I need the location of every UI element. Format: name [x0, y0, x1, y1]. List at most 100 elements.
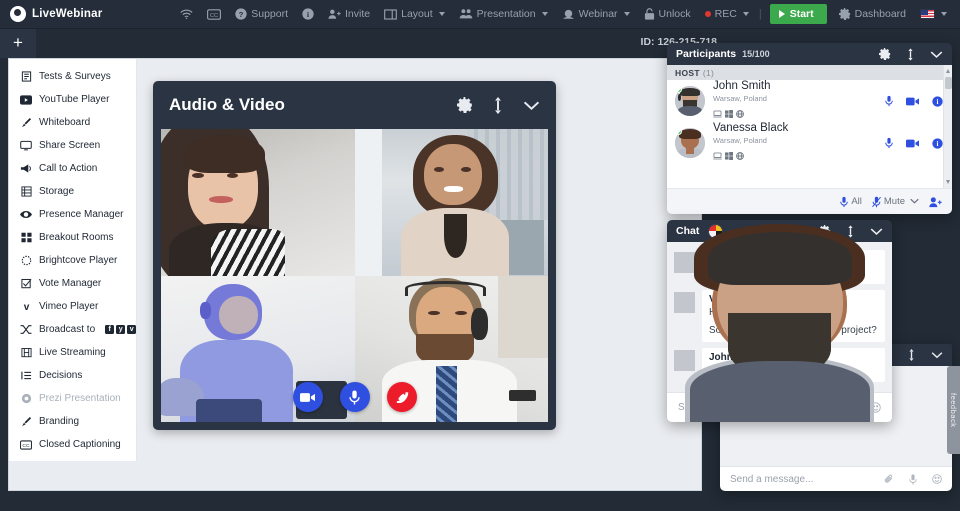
move-icon[interactable] [908, 349, 915, 361]
camera-icon[interactable] [906, 139, 919, 148]
menu-item-broadcast-to[interactable]: Broadcast to f y v [9, 318, 137, 341]
dashboard-button[interactable]: Dashboard [832, 0, 913, 29]
youtube-icon [20, 94, 32, 106]
participant-row[interactable]: Vanessa Black Warsaw, Poland i [667, 122, 952, 164]
move-icon[interactable] [493, 96, 503, 114]
chevron-down-icon [910, 196, 919, 207]
collapse-icon[interactable] [523, 100, 540, 111]
menu-item-prezi-presentation[interactable]: Prezi Presentation [9, 387, 136, 410]
vimeo-icon: v [20, 301, 32, 313]
menu-item-call-to-action[interactable]: Call to Action [9, 157, 136, 180]
chevron-down-icon [742, 12, 749, 16]
stage-area: Tests & Surveys YouTube Player Whiteboar… [8, 58, 702, 491]
collapse-icon[interactable] [930, 50, 943, 59]
closed-captioning-icon[interactable]: CC [200, 0, 228, 29]
broadcast-platform-badges: f y v [105, 325, 137, 334]
mute-all-button[interactable]: Mute [871, 196, 919, 208]
brand-name: LiveWebinar [32, 8, 103, 20]
collapse-icon[interactable] [931, 351, 943, 359]
info-icon[interactable]: i [295, 0, 321, 29]
presentation-menu[interactable]: Presentation [452, 0, 555, 29]
film-icon [20, 347, 32, 359]
vimeo-badge-icon[interactable]: v [127, 325, 137, 334]
collapse-icon[interactable] [870, 227, 883, 236]
shuffle-icon [20, 324, 32, 336]
participants-section-count: (1) [702, 67, 715, 78]
settings-icon[interactable] [879, 48, 891, 60]
brand-logo[interactable]: LiveWebinar [0, 6, 102, 22]
info-icon[interactable]: i [932, 95, 943, 107]
add-participant-button[interactable] [929, 196, 942, 208]
menu-item-live-streaming[interactable]: Live Streaming [9, 341, 136, 364]
menu-item-tests-surveys[interactable]: Tests & Surveys [9, 65, 136, 88]
participant-name: John Smith [713, 79, 771, 92]
menu-item-label: Decisions [39, 370, 83, 381]
invite-button[interactable]: Invite [321, 0, 377, 29]
support-button[interactable]: ? Support [228, 0, 295, 29]
participant-devices [713, 105, 885, 123]
record-menu[interactable]: REC [698, 0, 756, 29]
svg-text:i: i [937, 140, 939, 148]
video-tile-1[interactable] [161, 129, 355, 276]
menu-item-whiteboard[interactable]: Whiteboard [9, 111, 136, 134]
participant-row[interactable]: John Smith Warsaw, Poland i [667, 80, 952, 122]
layout-menu[interactable]: Layout [377, 0, 452, 29]
support-label: Support [251, 7, 289, 20]
menu-item-breakout-rooms[interactable]: Breakout Rooms [9, 226, 136, 249]
rec-dot-icon [704, 11, 711, 17]
youtube-badge-icon[interactable]: y [116, 325, 126, 334]
menu-item-youtube-player[interactable]: YouTube Player [9, 88, 136, 111]
camera-icon[interactable] [906, 97, 919, 106]
microphone-icon[interactable] [885, 95, 893, 107]
move-icon[interactable] [847, 224, 854, 238]
feedback-tab[interactable]: feedback [947, 366, 960, 454]
toggle-microphone-button[interactable] [339, 382, 370, 412]
layout-label: Layout [401, 7, 433, 20]
settings-icon[interactable] [457, 97, 473, 113]
participants-count: 15/100 [742, 49, 770, 59]
menu-item-vote-manager[interactable]: Vote Manager [9, 272, 136, 295]
menu-item-presence-manager[interactable]: Presence Manager [9, 203, 136, 226]
unmute-all-button[interactable]: All [840, 196, 862, 208]
storage-icon [20, 186, 32, 198]
scrollbar-thumb[interactable] [945, 77, 952, 89]
menu-item-closed-captioning[interactable]: CC Closed Captioning [9, 433, 136, 456]
unlock-label: Unlock [658, 7, 691, 20]
language-selector[interactable] [913, 0, 954, 29]
start-button[interactable]: Start [769, 4, 827, 24]
megaphone-icon [20, 163, 32, 175]
menu-item-branding[interactable]: Branding [9, 410, 136, 433]
microphone-icon[interactable] [909, 473, 917, 485]
participants-scrollbar[interactable] [943, 65, 952, 188]
menu-item-share-screen[interactable]: Share Screen [9, 134, 136, 157]
move-icon[interactable] [907, 47, 914, 61]
menu-item-brightcove-player[interactable]: Brightcove Player [9, 249, 136, 272]
emoji-icon[interactable] [932, 474, 942, 484]
menu-item-decisions[interactable]: Decisions [9, 364, 136, 387]
scroll-down-icon[interactable] [946, 180, 950, 184]
hang-up-button[interactable] [386, 382, 417, 412]
info-icon[interactable]: i [932, 137, 943, 149]
chat-background-input[interactable]: Send a message... [730, 474, 869, 485]
rec-label: REC [714, 7, 737, 20]
chevron-down-icon [623, 12, 630, 16]
wifi-icon[interactable] [173, 0, 200, 29]
attachment-icon[interactable] [884, 474, 894, 484]
menu-item-label: Live Streaming [39, 347, 106, 358]
facebook-icon[interactable]: f [105, 325, 115, 334]
webinar-menu[interactable]: Webinar [555, 0, 637, 29]
chat-panel: Chat · · So project? John · [667, 220, 892, 422]
menu-item-label: Closed Captioning [39, 439, 121, 450]
toggle-camera-button[interactable] [292, 382, 323, 412]
presentation-label: Presentation [476, 7, 536, 20]
unlock-button[interactable]: Unlock [637, 0, 698, 29]
livewebinar-app: LiveWebinar CC ? Support i Invite Layout… [0, 0, 960, 511]
scroll-up-icon[interactable] [946, 69, 950, 73]
microphone-icon[interactable] [885, 137, 893, 149]
add-tab-button[interactable]: + [0, 29, 36, 58]
menu-item-storage[interactable]: Storage [9, 180, 136, 203]
video-tile-2[interactable] [354, 129, 548, 276]
participants-list-empty-space [667, 164, 952, 188]
menu-item-vimeo-player[interactable]: v Vimeo Player [9, 295, 136, 318]
call-controls [161, 382, 548, 412]
